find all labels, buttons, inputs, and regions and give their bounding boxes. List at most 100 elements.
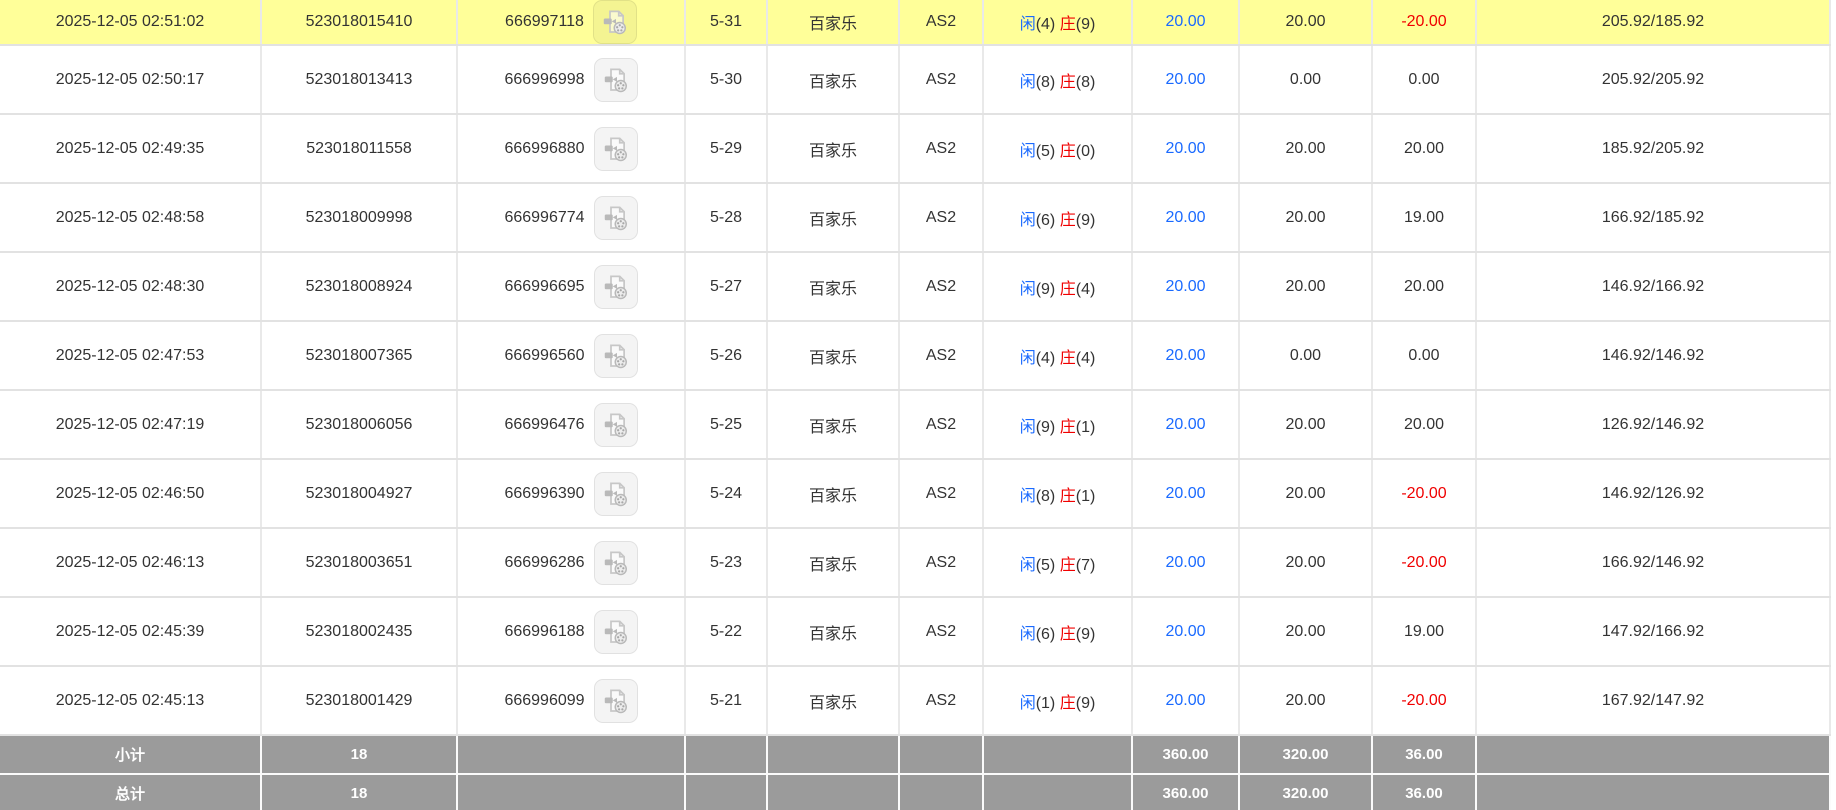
player-label: 闲 [1019, 625, 1036, 643]
balance-before-after: 205.92/205.92 [1476, 45, 1831, 115]
bet-id: 523018002435 [261, 597, 458, 667]
player-label: 闲 [1019, 16, 1036, 33]
player-label: 闲 [1019, 487, 1036, 505]
round-id-cell: 666996099 [457, 666, 686, 736]
table-code: AS2 [899, 252, 984, 322]
summary-empty-cell [767, 734, 900, 775]
bet-amount: 20.00 [1132, 183, 1240, 253]
player-label: 闲 [1019, 142, 1036, 160]
round-number: 5-22 [685, 597, 768, 667]
bet-id: 523018015410 [261, 0, 458, 46]
banker-score: (1) [1075, 487, 1096, 505]
game-result: 闲(4) 庄(4) [983, 321, 1133, 391]
valid-bet-amount: 20.00 [1239, 114, 1373, 184]
banker-score: (0) [1075, 142, 1096, 160]
player-label: 闲 [1019, 556, 1036, 574]
bet-time: 2025-12-05 02:48:58 [0, 183, 262, 253]
player-score: (4) [1035, 16, 1056, 33]
bet-amount: 20.00 [1132, 597, 1240, 667]
bet-row[interactable]: 2025-12-05 02:51:02 523018015410 666997118… [0, 0, 1831, 46]
bet-row[interactable]: 2025-12-05 02:46:13 523018003651 666996286… [0, 528, 1831, 598]
video-replay-button[interactable] [593, 57, 638, 102]
video-replay-icon [604, 551, 627, 575]
summary-empty-cell [457, 773, 686, 810]
video-replay-button[interactable] [593, 126, 638, 171]
bet-time: 2025-12-05 02:46:13 [0, 528, 262, 598]
bet-row[interactable]: 2025-12-05 02:47:19 523018006056 666996476… [0, 390, 1831, 460]
banker-label: 庄 [1059, 142, 1076, 160]
win-loss-amount: 20.00 [1372, 390, 1477, 460]
round-id-with-replay: 666996560 [504, 333, 638, 378]
bet-row[interactable]: 2025-12-05 02:49:35 523018011558 666996880… [0, 114, 1831, 184]
banker-label: 庄 [1059, 16, 1076, 33]
round-id-with-replay: 666996390 [504, 471, 638, 516]
bet-row[interactable]: 2025-12-05 02:45:13 523018001429 666996099… [0, 666, 1831, 736]
subtotal-row: 小计 18 360.00 320.00 36.00 [0, 734, 1831, 775]
game-type: 百家乐 [767, 114, 900, 184]
bet-row[interactable]: 2025-12-05 02:50:17 523018013413 666996998… [0, 45, 1831, 115]
win-loss-amount: -20.00 [1372, 666, 1477, 736]
bet-row[interactable]: 2025-12-05 02:48:58 523018009998 666996774… [0, 183, 1831, 253]
banker-label: 庄 [1059, 211, 1076, 229]
table-code: AS2 [899, 528, 984, 598]
round-id-with-replay: 666996188 [504, 609, 638, 654]
round-id-with-replay: 666996774 [504, 195, 638, 240]
summary-win-total: 36.00 [1372, 773, 1477, 810]
valid-bet-amount: 20.00 [1239, 666, 1373, 736]
round-number: 5-30 [685, 45, 768, 115]
game-type: 百家乐 [767, 597, 900, 667]
win-loss-amount: -20.00 [1372, 459, 1477, 529]
banker-score: (1) [1075, 418, 1096, 436]
bet-row[interactable]: 2025-12-05 02:48:30 523018008924 666996695… [0, 252, 1831, 322]
win-loss-amount: 0.00 [1372, 321, 1477, 391]
round-id: 666996390 [504, 484, 585, 502]
banker-label: 庄 [1059, 556, 1076, 574]
video-replay-button[interactable] [592, 0, 637, 43]
valid-bet-amount: 20.00 [1239, 597, 1373, 667]
player-score: (9) [1035, 280, 1056, 298]
bet-amount: 20.00 [1132, 390, 1240, 460]
video-replay-icon [604, 137, 627, 161]
video-replay-button[interactable] [593, 471, 638, 516]
bet-time: 2025-12-05 02:51:02 [0, 0, 262, 46]
video-replay-button[interactable] [593, 678, 638, 723]
round-id-with-replay: 666996998 [504, 57, 638, 102]
player-label: 闲 [1019, 349, 1036, 367]
banker-score: (9) [1075, 625, 1096, 643]
table-code: AS2 [899, 183, 984, 253]
summary-count: 18 [261, 773, 458, 810]
game-type: 百家乐 [767, 183, 900, 253]
round-number: 5-27 [685, 252, 768, 322]
video-replay-button[interactable] [593, 264, 638, 309]
round-id-cell: 666996476 [457, 390, 686, 460]
round-number: 5-26 [685, 321, 768, 391]
summary-empty-cell [685, 773, 768, 810]
player-label: 闲 [1019, 211, 1036, 229]
game-result: 闲(6) 庄(9) [983, 597, 1133, 667]
video-replay-button[interactable] [593, 333, 638, 378]
balance-before-after: 146.92/126.92 [1476, 459, 1831, 529]
game-type: 百家乐 [767, 252, 900, 322]
video-replay-button[interactable] [593, 195, 638, 240]
valid-bet-amount: 20.00 [1239, 459, 1373, 529]
round-id-cell: 666996774 [457, 183, 686, 253]
win-loss-amount: 20.00 [1372, 114, 1477, 184]
valid-bet-amount: 0.00 [1239, 321, 1373, 391]
round-id: 666996099 [504, 691, 585, 709]
total-row: 总计 18 360.00 320.00 36.00 [0, 773, 1831, 810]
game-type: 百家乐 [767, 0, 900, 46]
bet-id: 523018003651 [261, 528, 458, 598]
banker-label: 庄 [1059, 280, 1076, 298]
banker-label: 庄 [1059, 625, 1076, 643]
player-score: (6) [1035, 211, 1056, 229]
balance-before-after: 126.92/146.92 [1476, 390, 1831, 460]
video-replay-button[interactable] [593, 402, 638, 447]
bet-row[interactable]: 2025-12-05 02:47:53 523018007365 666996560… [0, 321, 1831, 391]
summary-bet-total: 360.00 [1132, 734, 1240, 775]
bet-row[interactable]: 2025-12-05 02:46:50 523018004927 666996390… [0, 459, 1831, 529]
bet-row[interactable]: 2025-12-05 02:45:39 523018002435 666996188… [0, 597, 1831, 667]
video-replay-button[interactable] [593, 540, 638, 585]
round-number: 5-21 [685, 666, 768, 736]
video-replay-button[interactable] [593, 609, 638, 654]
banker-score: (9) [1075, 16, 1096, 33]
